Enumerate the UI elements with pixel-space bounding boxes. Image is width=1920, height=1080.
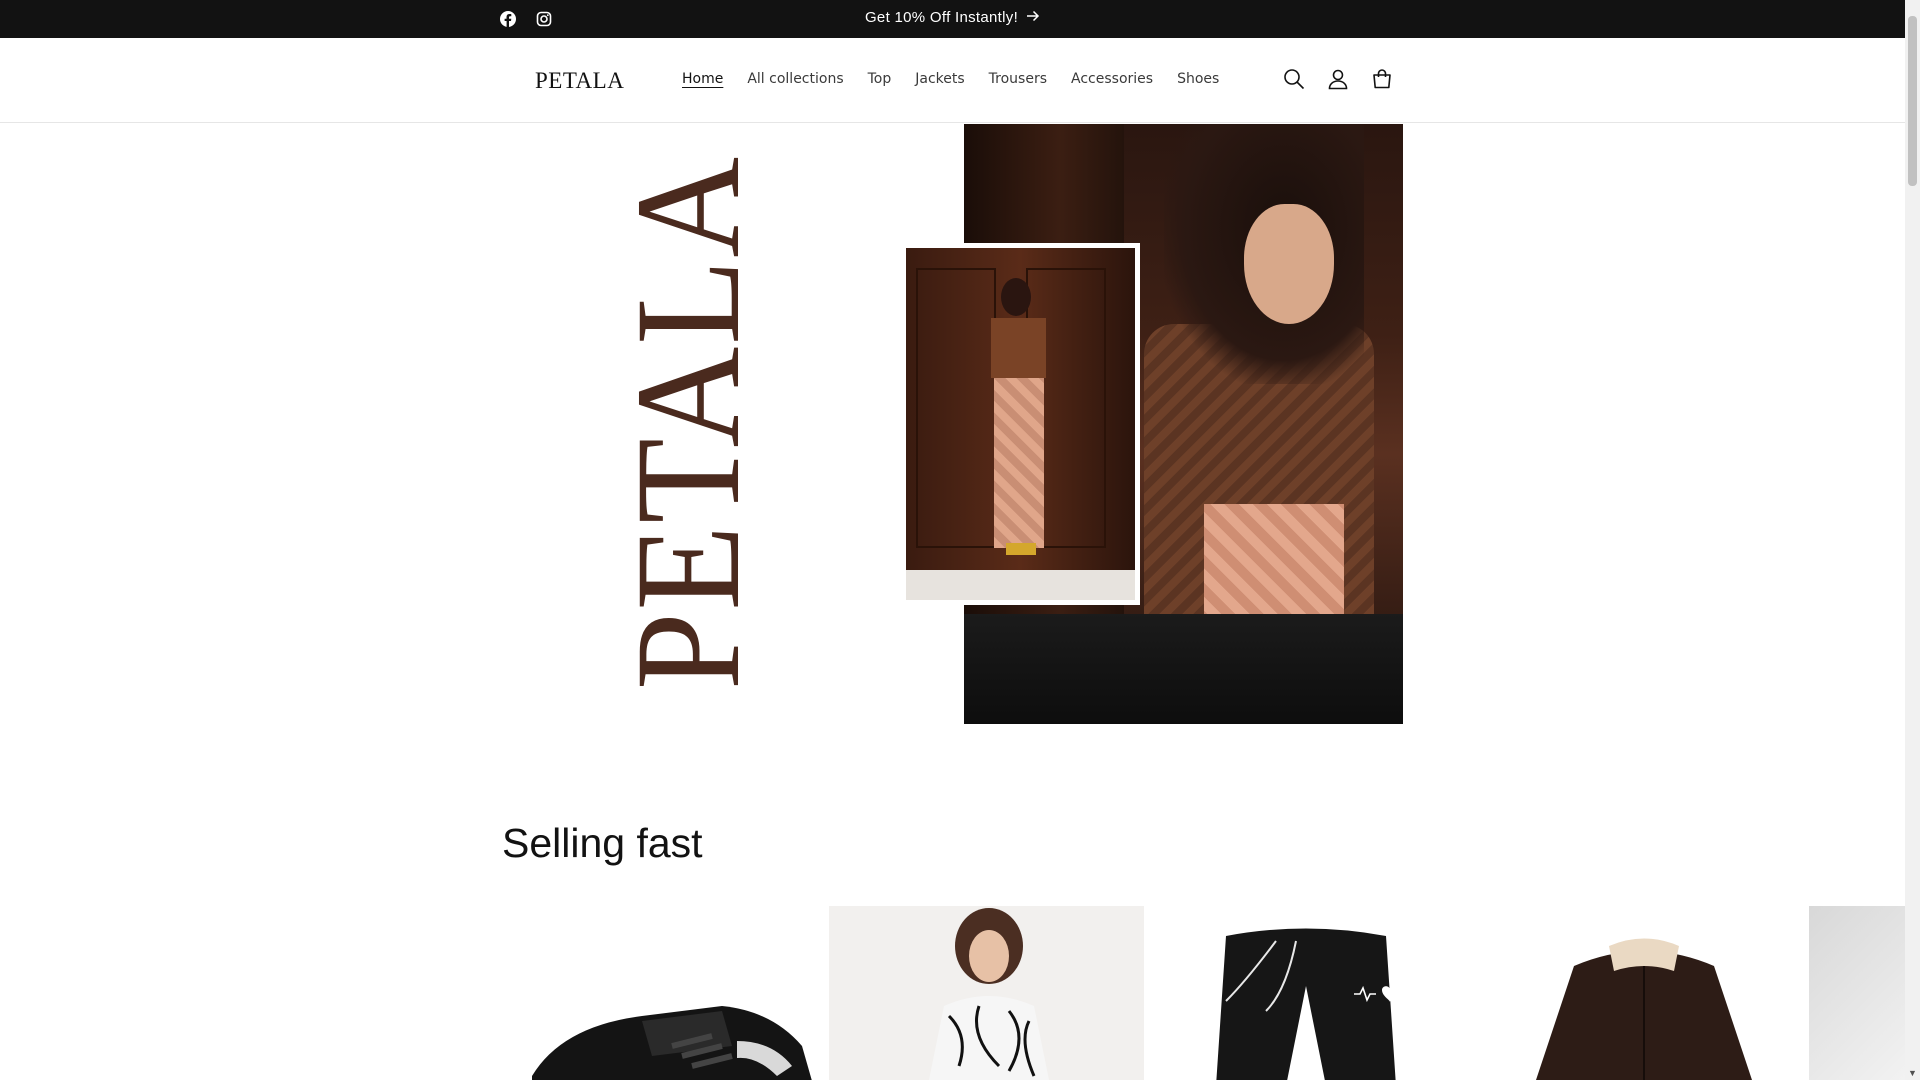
account-icon[interactable]	[1326, 67, 1350, 91]
nav-accessories[interactable]: Accessories	[1059, 71, 1165, 87]
nav-all-collections[interactable]: All collections	[735, 71, 855, 87]
hero-inset-photo	[901, 243, 1140, 605]
promo-link[interactable]: Get 10% Off Instantly!	[0, 9, 1905, 26]
nav-top[interactable]: Top	[856, 71, 904, 87]
site-header: PETALA Home All collections Top Jackets …	[0, 38, 1905, 123]
arrow-right-icon	[1026, 9, 1040, 26]
promo-text[interactable]: Get 10% Off Instantly!	[865, 9, 1018, 26]
main-nav: Home All collections Top Jackets Trouser…	[670, 71, 1231, 87]
product-card[interactable]	[829, 906, 1144, 1080]
product-image-sweatpants	[1216, 928, 1398, 1080]
hero-brand-text: PETALA	[620, 155, 755, 690]
cart-icon[interactable]	[1370, 67, 1394, 91]
product-card[interactable]	[1484, 906, 1798, 1080]
product-image-sneaker	[532, 1006, 812, 1080]
product-card[interactable]	[1156, 906, 1470, 1080]
section-title-selling-fast: Selling fast	[502, 820, 703, 866]
product-card[interactable]	[1809, 906, 1905, 1080]
scroll-down-icon[interactable]: ▼	[1908, 1068, 1917, 1078]
announcement-bar: Get 10% Off Instantly!	[0, 0, 1905, 38]
nav-jackets[interactable]: Jackets	[903, 71, 976, 87]
search-icon[interactable]	[1282, 67, 1306, 91]
product-card[interactable]	[502, 906, 816, 1080]
scrollbar-thumb[interactable]	[1908, 16, 1917, 186]
header-icons	[1282, 67, 1394, 91]
page-scrollbar[interactable]: ▼	[1905, 0, 1920, 1080]
product-image-shirt	[929, 908, 1049, 1080]
hero-vertical-brand: PETALA	[620, 155, 755, 690]
nav-trousers[interactable]: Trousers	[977, 71, 1059, 87]
product-image-jacket	[1536, 938, 1752, 1080]
site-logo[interactable]: PETALA	[535, 68, 624, 94]
nav-shoes[interactable]: Shoes	[1165, 71, 1231, 87]
nav-home[interactable]: Home	[670, 71, 735, 87]
